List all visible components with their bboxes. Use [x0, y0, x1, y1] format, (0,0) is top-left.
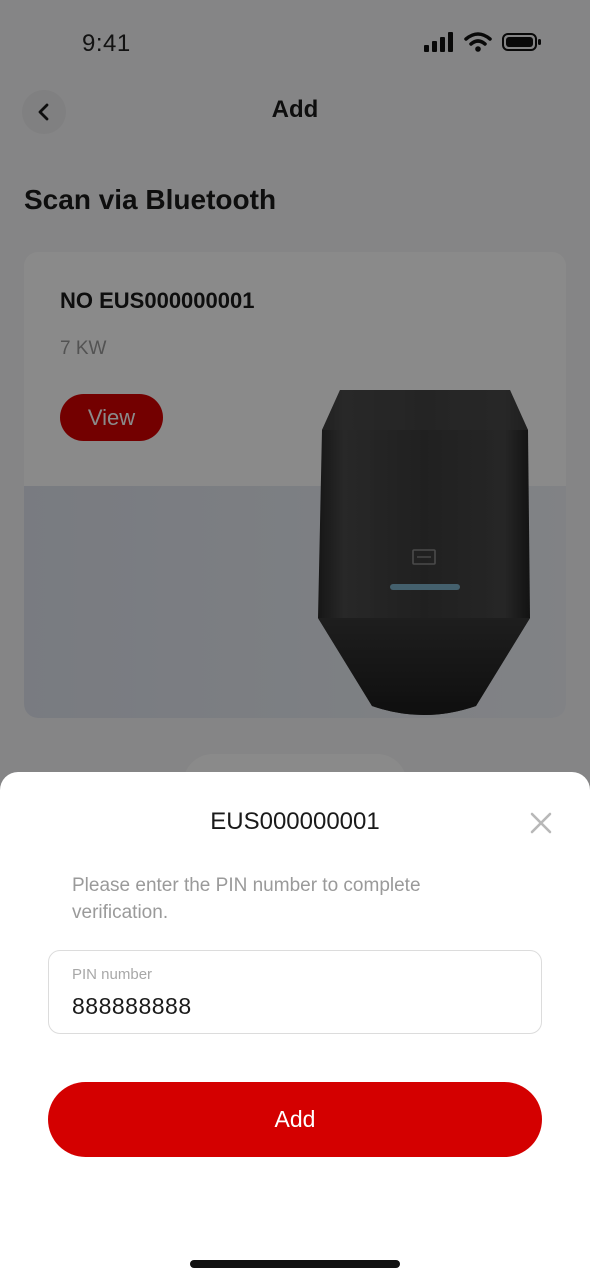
add-button[interactable]: Add — [48, 1082, 542, 1157]
pin-verification-sheet: EUS000000001 Please enter the PIN number… — [0, 772, 590, 1280]
pin-field-label: PIN number — [72, 966, 153, 983]
pin-hint-text: Please enter the PIN number to complete … — [72, 875, 421, 923]
close-icon — [530, 812, 552, 834]
pin-input[interactable]: PIN number 888888888 — [48, 950, 542, 1034]
pin-field-value[interactable]: 888888888 — [72, 993, 192, 1020]
home-indicator — [190, 1260, 400, 1268]
close-button[interactable] — [528, 810, 554, 836]
sheet-title: EUS000000001 — [210, 808, 380, 835]
